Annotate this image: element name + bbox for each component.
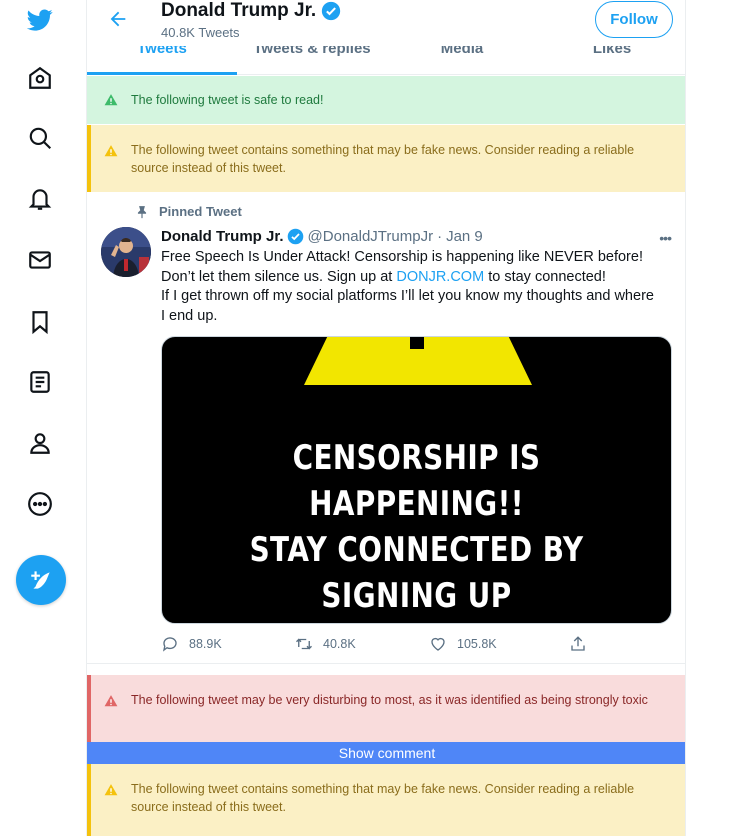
back-arrow-icon[interactable]	[107, 8, 129, 30]
show-comment-button[interactable]: Show comment	[87, 742, 685, 764]
share-icon	[571, 636, 585, 651]
bookmarks-icon[interactable]	[24, 306, 56, 338]
warning-sign-graphic	[304, 337, 532, 385]
home-icon[interactable]	[24, 62, 56, 94]
profile-name: Donald Trump Jr.	[161, 0, 317, 21]
banner-bar	[87, 764, 91, 836]
pinned-label-row: Pinned Tweet	[135, 204, 242, 219]
banner-text: The following tweet contains something t…	[131, 143, 635, 175]
notifications-icon[interactable]	[24, 183, 56, 215]
reply-count: 88.9K	[189, 637, 222, 651]
verified-badge-icon	[322, 1, 341, 21]
media-caption-line1: CENSORSHIP IS HAPPENING!!	[292, 438, 541, 524]
tweet-text: Free Speech Is Under Attack! Censorship …	[161, 248, 661, 326]
toxic-banner: The following tweet may be very disturbi…	[87, 675, 685, 742]
lists-icon[interactable]	[24, 366, 56, 398]
tweet-media[interactable]: CENSORSHIP IS HAPPENING!! STAY CONNECTED…	[161, 336, 672, 624]
banner-bar	[87, 675, 91, 742]
tweet-text-line2: If I get thrown off my social platforms …	[161, 288, 654, 324]
avatar-image	[101, 227, 151, 277]
tweet-handle[interactable]: @DonaldJTrumpJr	[308, 228, 434, 245]
retweet-icon	[296, 638, 312, 650]
retweet-count: 40.8K	[323, 637, 356, 651]
warning-icon	[91, 141, 131, 192]
reply-icon	[162, 637, 177, 652]
retweet-button[interactable]: 40.8K	[295, 635, 356, 653]
tweet-actions: 88.9K 40.8K 105.8K	[161, 632, 591, 656]
reply-button[interactable]: 88.9K	[161, 635, 222, 653]
profile-name-row: Donald Trump Jr.	[161, 0, 341, 22]
twitter-logo-icon[interactable]	[24, 4, 56, 36]
safe-banner: The following tweet is safe to read!	[87, 76, 685, 124]
pin-icon	[137, 205, 147, 218]
banner-text: The following tweet is safe to read!	[131, 93, 324, 107]
banner-text: The following tweet contains something t…	[131, 782, 635, 814]
tweet-header: Donald Trump Jr. @DonaldJTrumpJr · Jan 9	[161, 228, 483, 245]
banner-text: The following tweet may be very disturbi…	[131, 693, 648, 707]
tweet-text-part2: to stay connected!	[484, 268, 606, 285]
more-options-button[interactable]: •••	[659, 230, 672, 246]
verified-badge-icon	[287, 228, 303, 245]
profile-icon[interactable]	[24, 427, 56, 459]
tweet-author-name[interactable]: Donald Trump Jr.	[161, 228, 284, 245]
warning-icon	[91, 691, 131, 742]
fake-news-banner-2: The following tweet contains something t…	[87, 764, 685, 836]
compose-tweet-button[interactable]	[16, 555, 66, 605]
like-count: 105.8K	[457, 637, 497, 651]
pinned-label: Pinned Tweet	[159, 204, 242, 219]
avatar[interactable]	[101, 227, 151, 277]
more-icon[interactable]	[24, 488, 56, 520]
profile-header: Donald Trump Jr. 40.8K Tweets Follow	[87, 0, 685, 46]
media-caption: CENSORSHIP IS HAPPENING!! STAY CONNECTED…	[208, 435, 625, 623]
pinned-tweet[interactable]: Pinned Tweet Donald Trump Jr. @DonaldJTr…	[87, 194, 685, 664]
compose-tweet-icon	[31, 571, 50, 589]
like-icon	[431, 637, 445, 651]
media-caption-line2: STAY CONNECTED BY SIGNING UP	[249, 530, 584, 616]
share-button[interactable]	[569, 635, 587, 653]
tweet-date[interactable]: Jan 9	[446, 228, 483, 245]
main-column: Donald Trump Jr. 40.8K Tweets Follow Twe…	[86, 0, 686, 836]
follow-button[interactable]: Follow	[595, 1, 673, 38]
sidebar	[0, 0, 86, 836]
media-caption-line3: ON	[208, 619, 625, 623]
tweet-count: 40.8K Tweets	[161, 25, 240, 40]
banner-bar	[87, 125, 91, 192]
tweet-separator: ·	[437, 228, 443, 245]
fake-news-banner: The following tweet contains something t…	[87, 125, 685, 192]
like-button[interactable]: 105.8K	[429, 635, 497, 653]
warning-icon	[91, 780, 131, 836]
messages-icon[interactable]	[24, 244, 56, 276]
tweet-link[interactable]: DONJR.COM	[396, 269, 484, 285]
explore-icon[interactable]	[24, 122, 56, 154]
warning-icon	[91, 93, 131, 107]
